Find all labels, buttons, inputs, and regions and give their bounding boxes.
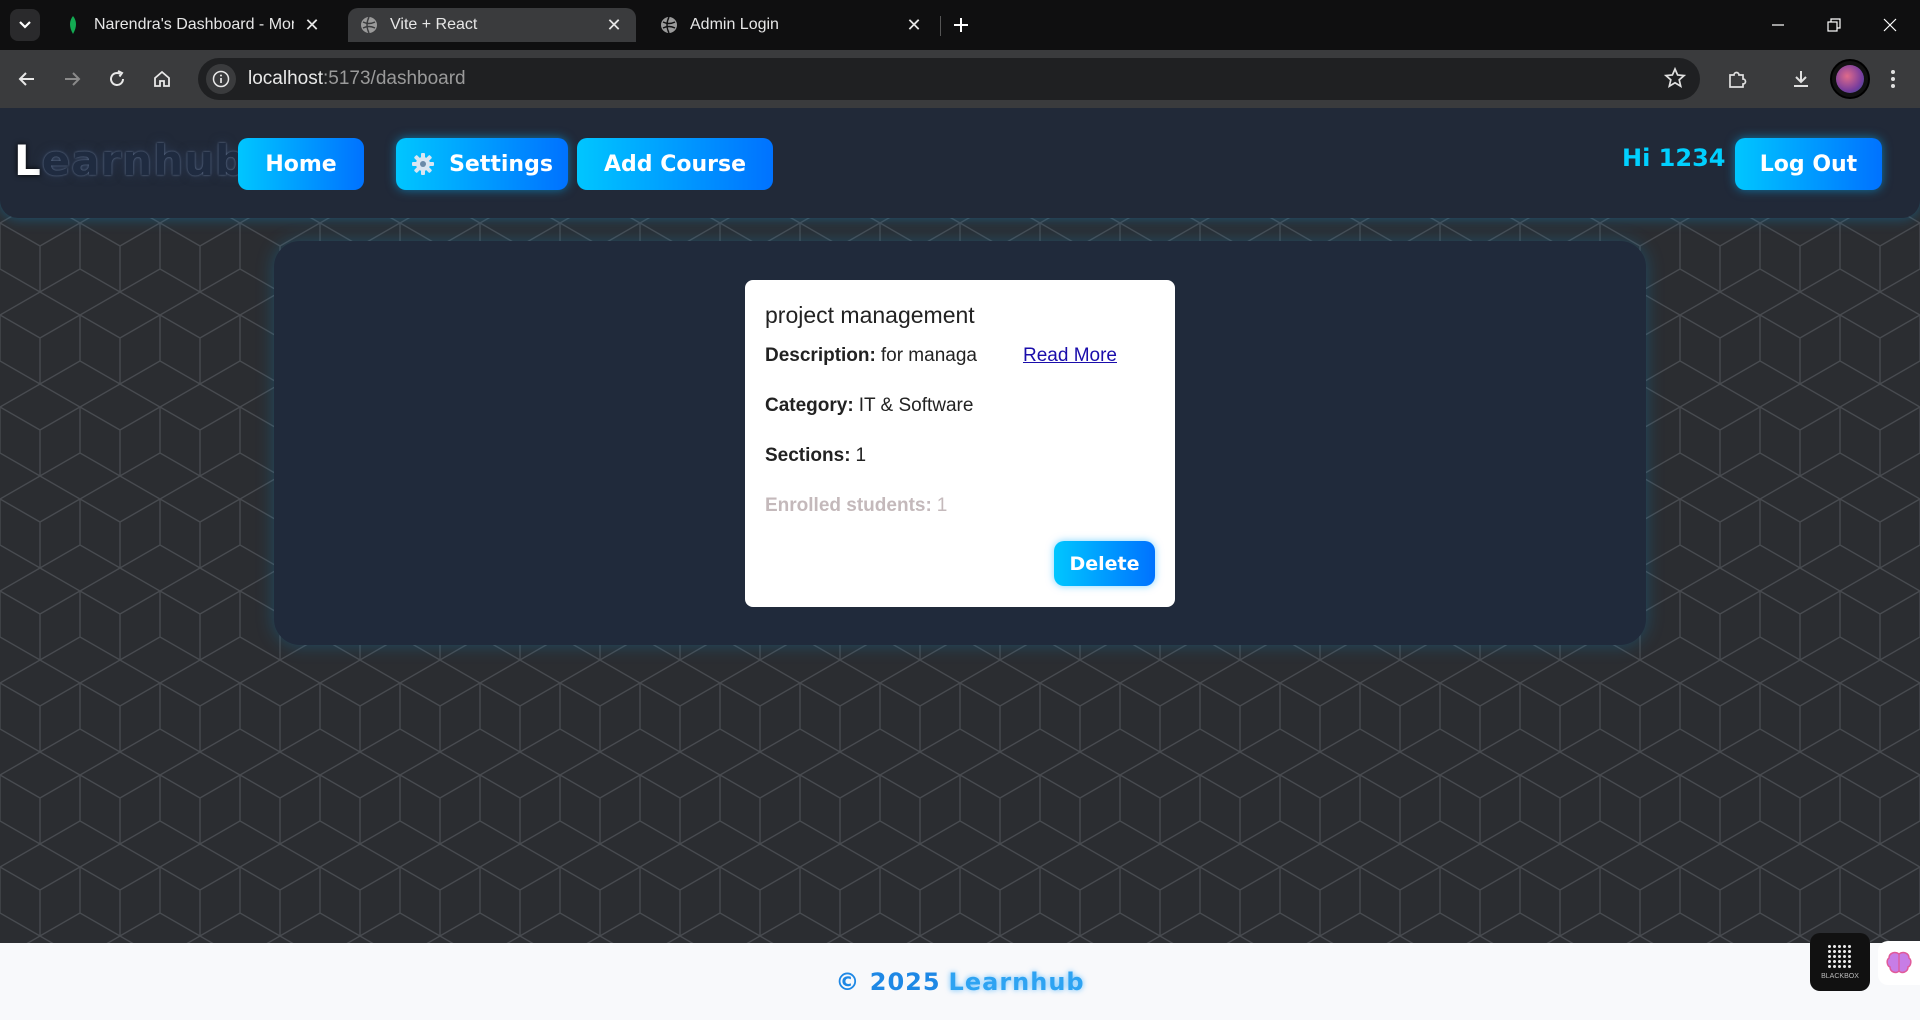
forward-button[interactable] [55,62,89,96]
home-nav-button[interactable]: Home [238,138,364,190]
download-icon [1794,71,1808,87]
globe-icon [660,16,678,34]
profile-avatar[interactable] [1830,59,1870,99]
description-value: for managa [880,345,977,366]
user-greeting: Hi 1234 [1622,144,1726,172]
close-icon[interactable]: ✕ [302,15,322,36]
url-text[interactable]: localhost:5173/dashboard [248,68,466,90]
gear-icon [412,153,435,175]
course-card: project management Description: for manag… [745,280,1175,607]
course-enrolled: Enrolled students: 1 [765,495,947,517]
more-vert-icon [1891,70,1895,88]
back-button[interactable] [10,62,44,96]
browser-toolbar: localhost:5173/dashboard [0,50,1920,108]
delete-course-button[interactable]: Delete [1054,541,1155,586]
site-footer: © 2025 Learnhub [0,943,1920,1020]
info-icon [212,70,230,88]
close-icon[interactable]: ✕ [604,15,624,36]
mongodb-leaf-icon [64,16,82,34]
address-bar[interactable]: localhost:5173/dashboard [198,58,1700,100]
brain-icon [1886,951,1912,974]
browser-tab-admin-login[interactable]: Admin Login ✕ [648,8,936,42]
bookmark-button[interactable] [1663,66,1687,95]
url-path: :5173/dashboard [323,68,466,89]
close-icon [1883,18,1897,32]
course-category: Category: IT & Software [765,395,973,417]
site-header: Learnhub Home Settings Add Course Hi 123… [0,108,1920,218]
tab-label: Vite + React [390,16,478,33]
blackbox-logo-icon [1827,944,1853,970]
browser-tab-bar: Narendra's Dashboard - Mongo ✕ Vite + Re… [0,0,1920,50]
course-description: Description: for managa [765,345,977,367]
settings-label: Settings [449,151,553,177]
sections-label: Sections: [765,445,851,466]
page-viewport: Learnhub Home Settings Add Course Hi 123… [0,108,1920,1020]
blackbox-widget[interactable]: BLACKBOX [1810,933,1870,991]
star-icon [1663,66,1687,88]
tab-label: Admin Login [690,16,779,33]
blackbox-label: BLACKBOX [1821,973,1859,980]
close-icon[interactable]: ✕ [904,15,924,36]
url-host: localhost [248,68,323,89]
enrolled-value: 1 [936,495,948,516]
new-tab-button[interactable] [946,10,976,40]
footer-brand: Learnhub [948,967,1085,996]
reload-button[interactable] [100,62,134,96]
logout-button[interactable]: Log Out [1735,138,1882,190]
arrow-left-icon [18,72,34,86]
enrolled-label: Enrolled students: [765,495,932,516]
minimize-button[interactable] [1750,0,1806,50]
home-button[interactable] [145,62,179,96]
course-title: project management [765,302,975,328]
sections-value: 1 [855,445,867,466]
plus-icon [954,18,968,32]
chevron-down-icon [19,21,31,29]
site-info-button[interactable] [206,64,236,94]
restore-icon [1827,18,1841,32]
site-logo[interactable]: Learnhub [14,136,246,185]
close-window-button[interactable] [1862,0,1918,50]
course-sections: Sections: 1 [765,445,866,467]
read-more-link[interactable]: Read More [1023,345,1117,367]
brain-widget[interactable] [1878,941,1920,985]
arrow-right-icon [65,72,81,86]
restore-button[interactable] [1806,0,1862,50]
logo-first-letter: L [14,136,42,185]
logo-rest: earnhub [41,136,247,185]
tab-search-button[interactable] [10,9,40,41]
downloads-button[interactable] [1784,62,1818,96]
puzzle-icon [1729,71,1747,88]
footer-copyright: © 2025 [835,967,941,996]
settings-nav-button[interactable]: Settings [396,138,568,190]
tab-label: Narendra's Dashboard - Mongo [94,16,294,33]
browser-tab-mongo[interactable]: Narendra's Dashboard - Mongo ✕ [52,8,334,42]
category-label: Category: [765,395,854,416]
browser-menu-button[interactable] [1876,62,1910,96]
category-value: IT & Software [858,395,974,416]
add-course-button[interactable]: Add Course [577,138,773,190]
tab-divider [940,16,941,36]
browser-tab-vite[interactable]: Vite + React ✕ [348,8,636,42]
reload-icon [110,70,124,86]
extensions-button[interactable] [1720,62,1754,96]
avatar-image [1836,65,1864,93]
globe-icon [360,16,378,34]
home-icon [154,70,170,87]
minimize-icon [1772,24,1784,26]
description-label: Description: [765,345,876,366]
